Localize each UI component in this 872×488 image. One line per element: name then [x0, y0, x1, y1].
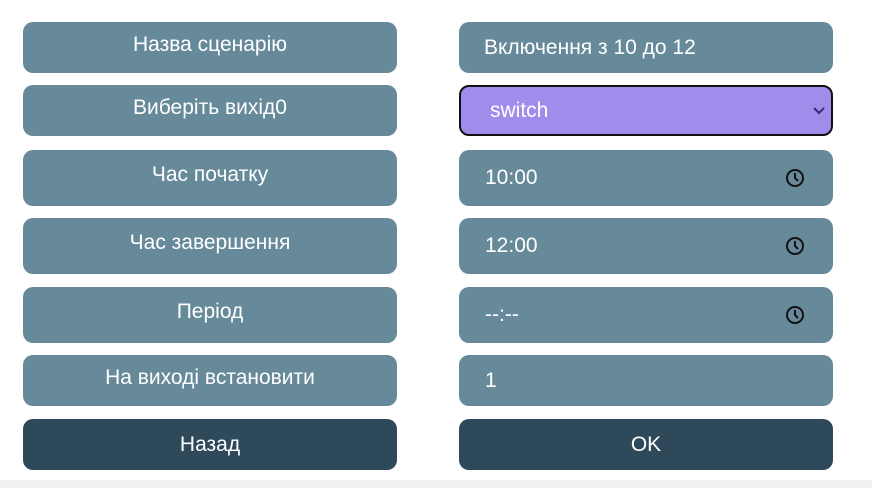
ok-button[interactable]: OK — [459, 419, 833, 470]
chevron-down-icon[interactable] — [811, 104, 827, 118]
output-select[interactable]: switch — [459, 85, 833, 136]
label-period: Період — [23, 287, 397, 343]
label-start-time-text: Час початку — [151, 163, 269, 186]
label-select-output-text: Виберіть вихід0 — [133, 95, 287, 119]
ok-button-label: OK — [630, 432, 662, 456]
label-period-text: Період — [176, 300, 244, 323]
clock-icon[interactable] — [785, 236, 805, 256]
scenario-name-value: Включення з 10 до 12 — [484, 35, 696, 59]
label-scenario-name: Назва сценарію — [23, 22, 397, 73]
label-start-time: Час початку — [23, 150, 397, 206]
label-set-output-text: На виході встановити — [105, 365, 315, 389]
period-value: --:-- — [485, 303, 519, 326]
output-select-value: switch — [490, 98, 549, 122]
set-output-value: 1 — [485, 368, 497, 392]
start-time-input[interactable]: 10:00 — [459, 150, 833, 206]
set-output-input[interactable]: 1 — [459, 355, 833, 406]
scenario-name-input[interactable]: Включення з 10 до 12 — [459, 22, 833, 73]
label-set-output: На виході встановити — [23, 355, 397, 406]
label-end-time-text: Час завершення — [129, 231, 291, 254]
label-select-output: Виберіть вихід0 — [23, 85, 397, 136]
clock-icon[interactable] — [785, 168, 805, 188]
back-button[interactable]: Назад — [23, 419, 397, 470]
label-scenario-name-text: Назва сценарію — [132, 32, 287, 56]
start-time-value: 10:00 — [485, 166, 538, 189]
label-end-time: Час завершення — [23, 218, 397, 274]
bottom-strip — [0, 480, 872, 488]
end-time-input[interactable]: 12:00 — [459, 218, 833, 274]
end-time-value: 12:00 — [485, 234, 538, 257]
period-input[interactable]: --:-- — [459, 287, 833, 343]
back-button-label: Назад — [179, 432, 241, 456]
clock-icon[interactable] — [785, 305, 805, 325]
